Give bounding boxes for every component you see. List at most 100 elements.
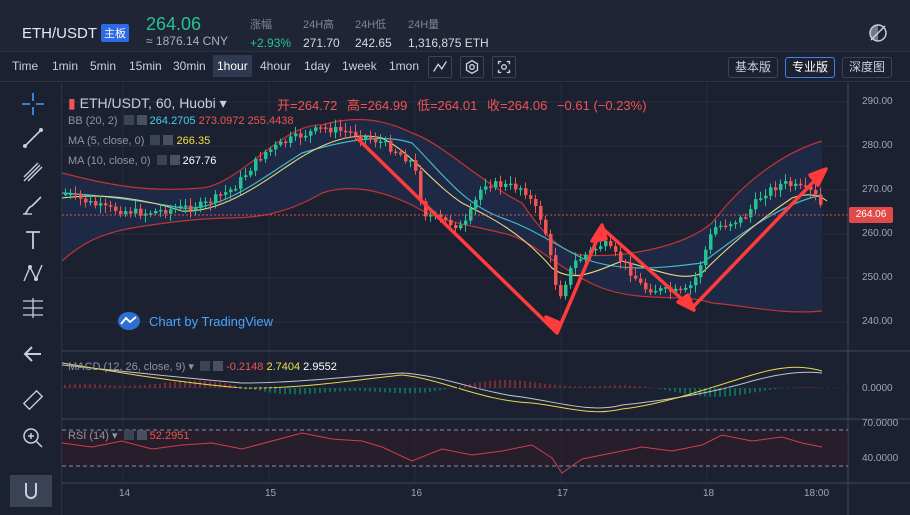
candle-body: [449, 219, 453, 226]
settings-icon[interactable]: [460, 56, 484, 78]
chart-title[interactable]: ▮ ETH/USDT, 60, Huobi ▾: [68, 95, 227, 112]
tf-4hour[interactable]: 4hour: [258, 59, 293, 73]
view-basic[interactable]: 基本版: [728, 57, 779, 78]
tf-1week[interactable]: 1week: [340, 59, 379, 73]
ohlc-low: 低=264.01: [416, 98, 478, 113]
tf-1min[interactable]: 1min: [50, 59, 80, 73]
macd-hist-bar: [174, 381, 176, 388]
macd-hist-bar: [439, 388, 441, 391]
pitchfork-icon[interactable]: [20, 159, 46, 185]
macd-hist-bar: [759, 388, 761, 392]
candle-body: [309, 131, 313, 136]
text-icon[interactable]: [20, 227, 46, 253]
candle-body: [714, 227, 718, 235]
macd-hist-bar: [269, 388, 271, 393]
macd-hist-bar: [574, 386, 576, 388]
macd-hist-bar: [459, 386, 461, 388]
view-depth[interactable]: 深度图: [842, 57, 893, 78]
candle-body: [384, 140, 388, 143]
view-pro[interactable]: 专业版: [785, 57, 836, 78]
candle-body: [544, 219, 548, 234]
macd-hist-bar: [134, 385, 136, 388]
candle-body: [529, 195, 533, 199]
macd-hist-bar: [659, 388, 661, 389]
candle-body: [324, 127, 328, 129]
theme-toggle-icon[interactable]: [867, 22, 889, 44]
tf-15min[interactable]: 15min: [127, 59, 164, 73]
screenshot-icon[interactable]: [492, 56, 516, 78]
candle-body: [254, 158, 258, 171]
measure-icon[interactable]: [20, 295, 46, 321]
macd-hist-bar: [409, 388, 411, 394]
legend-bb[interactable]: BB (20, 2) 264.2705 273.0972 255.4438: [68, 115, 293, 127]
pattern-icon[interactable]: [20, 261, 46, 287]
candle-body: [819, 194, 823, 205]
macd-hist-bar: [644, 386, 646, 388]
zoom-in-icon[interactable]: [20, 425, 46, 451]
candle-body: [244, 175, 248, 178]
candle-body: [499, 181, 503, 187]
candle-body: [659, 288, 663, 291]
candle-body: [284, 141, 288, 144]
brush-icon[interactable]: [20, 193, 46, 219]
candle-body: [754, 199, 758, 210]
chart-canvas[interactable]: [62, 83, 910, 515]
macd-hist-bar: [779, 388, 781, 389]
tradingview-watermark[interactable]: Chart by TradingView: [117, 311, 273, 331]
price-axis-label: 290.00: [862, 96, 893, 107]
macd-hist-bar: [629, 385, 631, 388]
tf-1hour[interactable]: 1hour: [213, 55, 252, 77]
macd-hist-bar: [84, 384, 86, 388]
tf-time[interactable]: Time: [10, 59, 40, 73]
macd-hist-bar: [394, 388, 396, 393]
macd-hist-bar: [284, 388, 286, 395]
candle-body: [624, 261, 628, 263]
candle-body: [769, 187, 773, 196]
macd-hist-bar: [149, 384, 151, 388]
candle-body: [369, 136, 373, 140]
chart-area[interactable]: ▮ ETH/USDT, 60, Huobi ▾ 开=264.72 高=264.9…: [62, 83, 910, 515]
macd-hist-bar: [369, 388, 371, 392]
macd-hist-bar: [139, 385, 141, 388]
candle-body: [469, 208, 473, 221]
legend-ma5[interactable]: MA (5, close, 0) 266.35: [68, 135, 210, 147]
legend-rsi[interactable]: RSI (14) ▾ 52.2951: [68, 429, 189, 442]
candle-body: [279, 141, 283, 145]
candle-body: [219, 194, 223, 196]
macd-hist-bar: [189, 380, 191, 388]
tf-30min[interactable]: 30min: [171, 59, 208, 73]
ruler-icon[interactable]: [20, 387, 46, 413]
tf-5min[interactable]: 5min: [88, 59, 118, 73]
magnet-icon[interactable]: [10, 475, 52, 507]
macd-hist-bar: [384, 388, 386, 393]
candle-body: [684, 287, 688, 290]
candle-body: [464, 220, 468, 225]
rsi-axis-label: 40.0000: [862, 453, 899, 464]
back-arrow-icon[interactable]: [20, 341, 46, 367]
stat-24h-low: 24H低 242.65: [355, 19, 392, 50]
tf-1day[interactable]: 1day: [302, 59, 332, 73]
candle-body: [349, 131, 353, 133]
macd-hist-bar: [674, 388, 676, 392]
pair-name[interactable]: ETH/USDT 主板: [22, 24, 129, 42]
macd-hist-bar: [564, 385, 566, 388]
candle-body: [524, 188, 528, 196]
candle-body: [644, 282, 648, 290]
crosshair-icon[interactable]: [20, 91, 46, 117]
macd-hist-bar: [349, 388, 351, 391]
candle-body: [554, 255, 558, 286]
macd-hist-bar: [359, 388, 361, 392]
macd-hist-bar: [764, 388, 766, 391]
macd-hist-bar: [219, 382, 221, 388]
candle-body: [759, 198, 763, 200]
legend-macd[interactable]: MACD (12, 26, close, 9) ▾ -0.2148 2.7404…: [68, 360, 337, 373]
candle-body: [574, 260, 578, 268]
candle-body: [364, 136, 368, 140]
macd-hist-bar: [639, 386, 641, 388]
macd-hist-bar: [729, 388, 731, 397]
stat-24h-volume: 24H量 1,316,875 ETH: [408, 19, 489, 50]
indicator-icon[interactable]: [428, 56, 452, 78]
trendline-icon[interactable]: [20, 125, 46, 151]
tf-1mon[interactable]: 1mon: [387, 59, 421, 73]
legend-ma10[interactable]: MA (10, close, 0) 267.76: [68, 155, 216, 167]
